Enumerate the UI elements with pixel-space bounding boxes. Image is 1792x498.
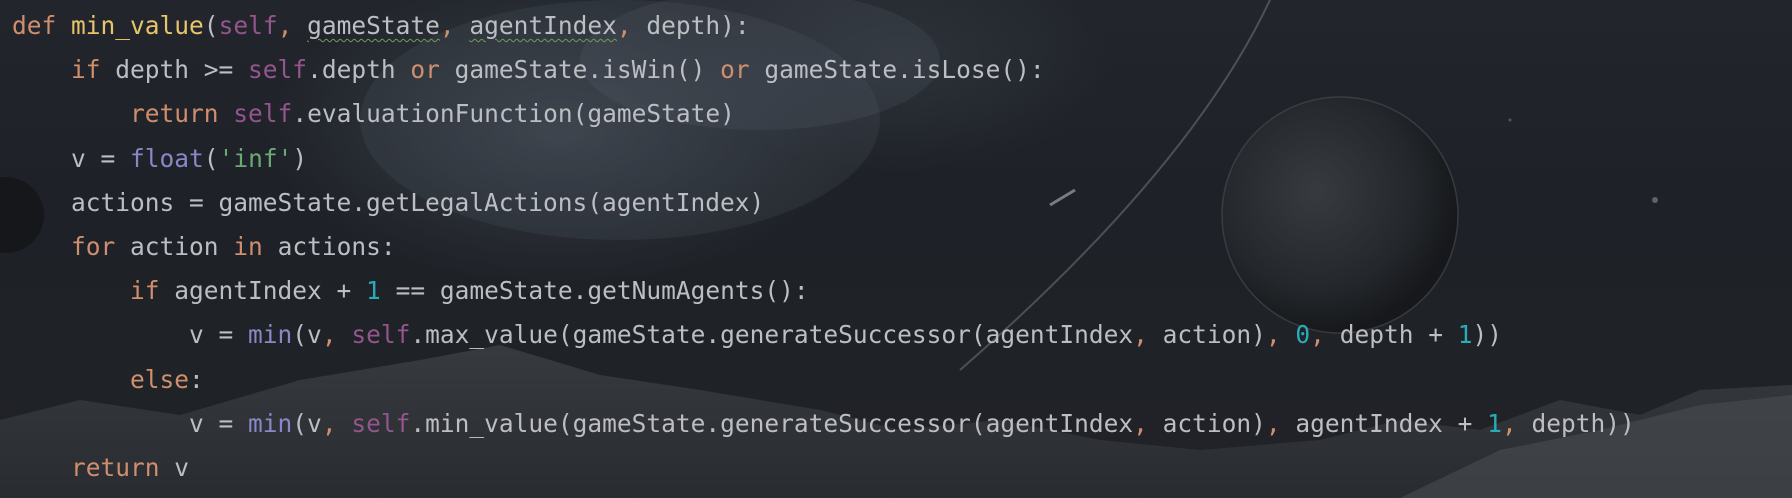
code-token: ,	[1133, 408, 1163, 438]
code-token: ,	[616, 11, 647, 40]
code-line[interactable]: v = min(v, self.max_value(gameState.gene…	[12, 313, 1635, 357]
code-token: (	[203, 143, 219, 173]
code-line[interactable]: for action in actions:	[12, 225, 1635, 269]
code-line[interactable]: else:	[12, 358, 1635, 402]
code-token: if	[130, 276, 160, 306]
code-token: for	[71, 231, 116, 261]
code-token: return	[130, 99, 219, 129]
code-token: or	[410, 55, 440, 85]
code-token: action)	[1162, 408, 1266, 438]
code-token: ,	[1133, 320, 1163, 350]
code-token: depth))	[1531, 408, 1635, 438]
code-token: gameState	[307, 11, 440, 40]
code-token: def	[12, 11, 57, 40]
code-token: self	[351, 408, 411, 438]
code-token: ))	[1472, 320, 1502, 350]
code-token: :	[189, 364, 204, 394]
code-token: .evaluationFunction(gameState)	[292, 99, 735, 129]
code-line[interactable]: v = float('inf')	[12, 137, 1635, 181]
code-token: ,	[1265, 408, 1296, 438]
code-line[interactable]: actions = gameState.getLegalActions(agen…	[12, 181, 1635, 225]
code-content[interactable]: def min_value(self, gameState, agentInde…	[12, 4, 1635, 490]
code-token: 'inf'	[218, 143, 293, 173]
code-token: gameState.isLose():	[749, 55, 1045, 85]
code-token: self	[351, 320, 411, 350]
code-token: depth +	[1339, 320, 1458, 350]
code-editor[interactable]: def min_value(self, gameState, agentInde…	[0, 0, 1792, 498]
code-token: )	[292, 143, 308, 173]
code-token: ,	[1310, 320, 1340, 350]
code-token: depth	[646, 11, 721, 40]
code-token: self	[218, 11, 278, 40]
code-token: agentIndex +	[159, 276, 367, 306]
code-token: 1	[366, 276, 381, 306]
code-token: min	[248, 408, 293, 438]
code-token: self	[233, 99, 293, 129]
code-token: in	[233, 231, 263, 261]
code-token: ,	[1501, 408, 1532, 438]
code-line[interactable]: if agentIndex + 1 == gameState.getNumAge…	[12, 269, 1635, 313]
code-token: min_value	[71, 11, 204, 40]
code-token: gameState.isWin()	[439, 55, 721, 85]
code-token: actions:	[262, 231, 396, 261]
code-token: .max_value(gameState.generateSuccessor(a…	[410, 320, 1134, 350]
code-token: ,	[439, 11, 470, 40]
code-token: 1	[1457, 320, 1473, 350]
code-token: v =	[189, 320, 249, 350]
code-token: action)	[1162, 320, 1266, 350]
code-token: ,	[277, 11, 308, 40]
code-token: actions = gameState.getLegalActions(agen…	[71, 187, 765, 217]
code-token: .min_value(gameState.generateSuccessor(a…	[410, 408, 1134, 438]
code-token: (v	[292, 320, 322, 350]
code-token: agentIndex	[469, 11, 617, 40]
code-token: v	[159, 452, 190, 482]
code-token: == gameState.getNumAgents():	[380, 276, 809, 306]
code-token: (v	[292, 408, 322, 438]
code-token: v =	[189, 408, 249, 438]
code-token: .depth	[307, 55, 411, 85]
code-token: 0	[1295, 320, 1311, 350]
code-token: min	[248, 320, 293, 350]
code-line[interactable]: if depth >= self.depth or gameState.isWi…	[12, 48, 1635, 92]
code-line[interactable]: v = min(v, self.min_value(gameState.gene…	[12, 402, 1635, 446]
code-token: or	[720, 55, 750, 85]
code-token: v =	[71, 143, 131, 173]
code-token: if	[71, 55, 101, 85]
code-token: ,	[321, 320, 352, 350]
code-token: float	[130, 143, 204, 173]
code-line[interactable]: return v	[12, 446, 1635, 490]
code-token: ):	[720, 11, 750, 40]
code-token: (	[203, 11, 219, 40]
code-line[interactable]: def min_value(self, gameState, agentInde…	[12, 4, 1635, 48]
code-line[interactable]: return self.evaluationFunction(gameState…	[12, 92, 1635, 136]
code-token: ,	[321, 408, 352, 438]
code-token: ,	[1265, 320, 1296, 350]
code-token: action	[115, 231, 234, 261]
code-token: agentIndex +	[1295, 408, 1488, 438]
code-token: self	[248, 55, 308, 85]
code-token: return	[71, 452, 160, 482]
code-token: depth >=	[100, 55, 249, 85]
code-token: else	[130, 364, 190, 394]
code-token: 1	[1487, 408, 1502, 438]
